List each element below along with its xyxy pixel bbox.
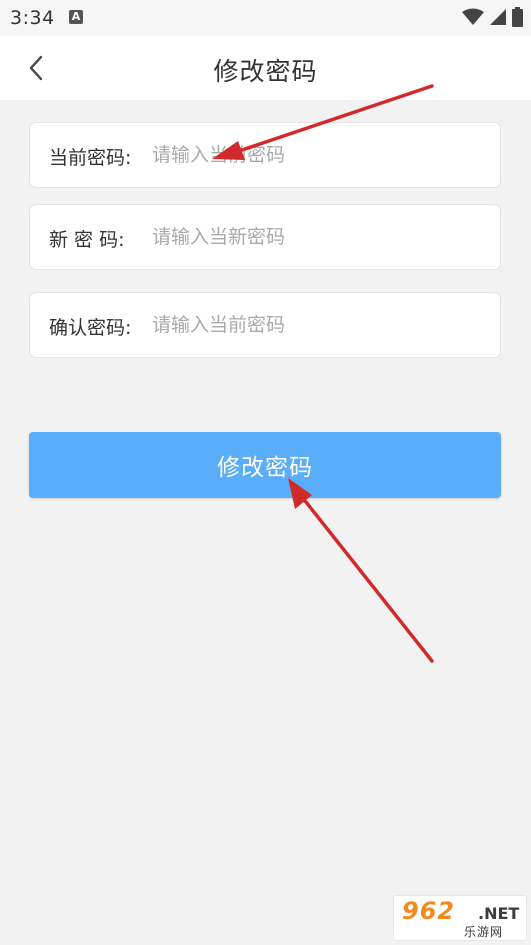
confirm-password-label: 确认密码: [49,317,132,339]
annotation-arrow-to-button [288,478,434,663]
signal-icon [490,9,506,25]
watermark-text: 乐游网 [464,925,504,939]
confirm-password-row: 确认密码: [29,292,501,358]
new-password-input[interactable] [152,219,472,255]
status-icons [462,7,523,27]
battery-icon [512,7,523,27]
wifi-icon [462,8,484,25]
page-title: 修改密码 [213,57,318,86]
change-password-button[interactable]: 修改密码 [29,432,501,498]
status-time: 3:34 [10,7,55,29]
current-password-row: 当前密码: [29,122,501,188]
new-password-row: 新 密 码: [29,204,501,270]
current-password-input[interactable] [152,137,472,173]
notification-a-icon: A [69,10,83,24]
current-password-label: 当前密码: [49,147,132,169]
watermark-logo: 962 .NET 乐游网 [393,895,527,941]
new-password-label: 新 密 码: [49,229,125,251]
watermark-number: 962 [402,897,456,925]
status-bar: 3:34 A [0,0,531,36]
navigation-bar: 修改密码 [0,36,531,100]
confirm-password-input[interactable] [152,307,472,343]
watermark-suffix: .NET [478,904,520,923]
